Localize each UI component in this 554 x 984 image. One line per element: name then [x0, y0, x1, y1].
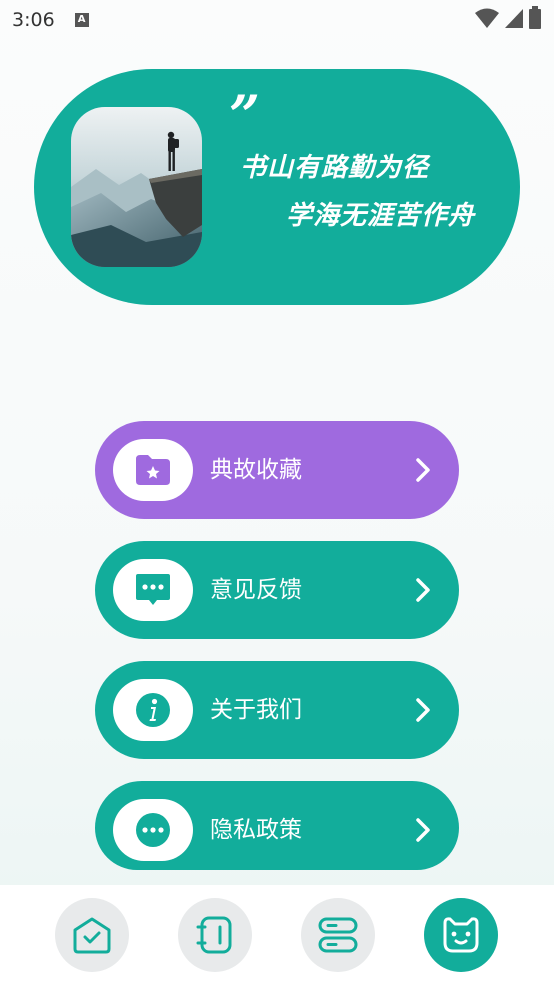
hero-quote-line-2: 学海无涯苦作舟 [286, 201, 476, 231]
chevron-right-icon [416, 578, 430, 602]
bottom-nav [0, 885, 554, 984]
cat-face-icon [443, 917, 479, 953]
nav-stack[interactable] [301, 898, 375, 972]
info-icon [136, 693, 170, 727]
chat-bubble-icon [136, 574, 170, 605]
wifi-icon [475, 8, 499, 28]
menu-item-about[interactable]: 关于我们 [95, 661, 459, 759]
menu-item-label: 隐私政策 [210, 817, 302, 843]
hero-photo [71, 107, 202, 267]
nav-profile[interactable] [424, 898, 498, 972]
menu-item-privacy[interactable]: 隐私政策 [95, 781, 459, 870]
home-check-icon [73, 917, 111, 954]
mountain-cliff-photo [71, 107, 202, 267]
menu-item-feedback[interactable]: 意见反馈 [95, 541, 459, 639]
status-icons [474, 6, 542, 30]
more-dots-icon [136, 813, 170, 847]
menu-item-label: 关于我们 [210, 697, 302, 723]
quote-mark: ” [229, 83, 260, 147]
signal-icon [505, 9, 523, 28]
battery-icon [529, 6, 541, 29]
menu-item-label: 意见反馈 [210, 577, 302, 603]
chevron-right-icon [416, 698, 430, 722]
notification-a-icon: A [74, 13, 89, 27]
nav-notebook[interactable] [178, 898, 252, 972]
status-time: 3:06 [12, 9, 55, 31]
nav-home[interactable] [55, 898, 129, 972]
chevron-right-icon [416, 458, 430, 482]
hero-quote-line-1: 书山有路勤为径 [240, 153, 430, 183]
folder-star-icon [136, 455, 170, 485]
menu-item-favorites[interactable]: 典故收藏 [95, 421, 459, 519]
hero-banner: ” 书山有路勤为径 学海无涯苦作舟 [34, 69, 520, 305]
status-bar: 3:06 A [0, 0, 554, 40]
stack-icon [318, 917, 358, 953]
menu-item-label: 典故收藏 [210, 457, 302, 483]
notebook-icon [196, 916, 232, 954]
chevron-right-icon [416, 818, 430, 842]
